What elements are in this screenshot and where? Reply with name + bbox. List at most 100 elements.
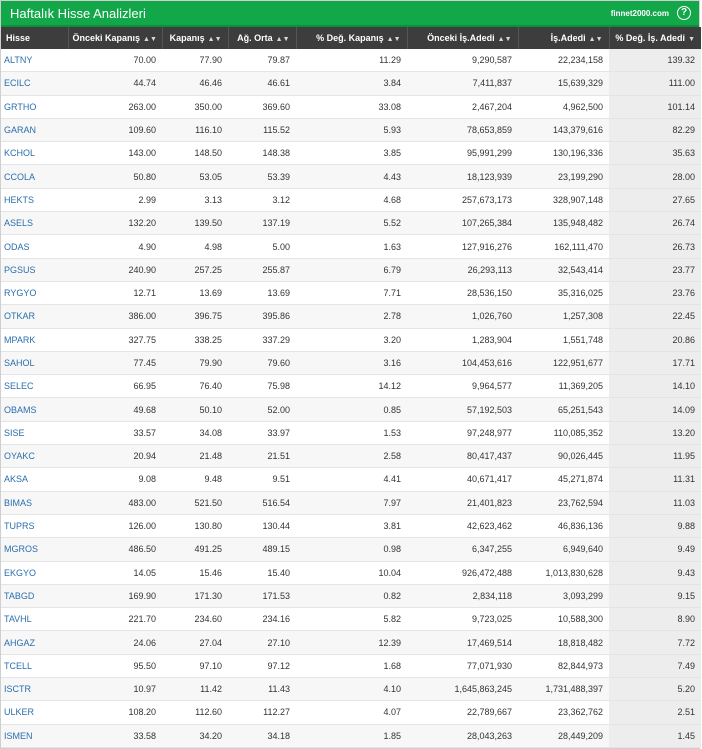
cell-symbol[interactable]: AHGAZ [1,630,68,655]
cell-prev-close: 126.00 [68,514,162,539]
cell-symbol[interactable]: SISE [1,421,68,446]
sort-icon[interactable]: ▲▼ [589,36,603,43]
table-row: AKSA 9.08 9.48 9.51 4.41 40,671,417 45,271,874… [1,467,701,492]
cell-symbol[interactable]: OYAKC [1,444,68,469]
cell-volume-change-pct: 11.95 [609,444,701,469]
cell-symbol[interactable]: TUPRS [1,514,68,539]
cell-volume-change-pct: 35.63 [609,141,701,166]
cell-prev-volume: 9,290,587 [407,49,518,73]
help-icon[interactable]: ? [677,6,691,20]
col-header-symbol[interactable]: Hisse [1,27,69,49]
cell-symbol[interactable]: MPARK [1,328,68,352]
cell-symbol[interactable]: TCELL [1,654,68,679]
cell-volume-change-pct: 9.49 [609,537,701,562]
cell-prev-close: 66.95 [68,374,162,399]
brand-link[interactable]: finnet2000.com [611,9,669,18]
col-header-prev-volume[interactable]: Önceki İş.Adedi ▲▼ [407,27,519,49]
cell-weighted-avg: 337.29 [228,328,296,352]
table-row: CCOLA 50.80 53.05 53.39 4.43 18,123,939 23,199… [1,164,701,189]
col-header-volume[interactable]: İş.Adedi ▲▼ [518,27,610,49]
column-label: Önceki İş.Adedi [427,33,495,43]
cell-close-change-pct: 5.93 [296,118,407,143]
cell-volume-change-pct: 26.74 [609,211,701,236]
cell-close: 13.69 [162,281,228,306]
col-header-prev-close[interactable]: Önceki Kapanış ▲▼ [68,27,163,49]
cell-symbol[interactable]: SELEC [1,374,68,399]
cell-symbol[interactable]: ASELS [1,211,68,236]
cell-prev-volume: 257,673,173 [407,188,518,213]
cell-prev-close: 24.06 [68,630,162,655]
cell-volume-change-pct: 9.43 [609,561,701,585]
cell-symbol[interactable]: GRTHO [1,95,68,119]
table-row: SELEC 66.95 76.40 75.98 14.12 9,964,577 11,369… [1,374,701,399]
sort-icon[interactable]: ▲▼ [498,36,512,43]
sort-icon[interactable]: ▲▼ [143,36,157,43]
cell-prev-volume: 1,283,904 [407,328,518,352]
cell-close: 130.80 [162,514,228,539]
cell-prev-close: 50.80 [68,164,162,189]
cell-symbol[interactable]: PGSUS [1,258,68,282]
cell-close: 53.05 [162,164,228,189]
cell-symbol[interactable]: RYGYO [1,281,68,306]
table-row: TUPRS 126.00 130.80 130.44 3.81 42,623,462 46,… [1,514,701,539]
cell-volume-change-pct: 7.72 [609,630,701,655]
cell-symbol[interactable]: OBAMS [1,397,68,422]
cell-symbol[interactable]: SAHOL [1,351,68,376]
cell-close: 15.46 [162,561,228,585]
cell-volume: 35,316,025 [518,281,609,306]
col-header-close[interactable]: Kapanış ▲▼ [162,27,229,49]
cell-symbol[interactable]: OTKAR [1,304,68,329]
cell-weighted-avg: 130.44 [228,514,296,539]
sort-desc-icon[interactable]: ▼ [688,36,695,43]
table-row: OBAMS 49.68 50.10 52.00 0.85 57,192,503 65,251… [1,397,701,422]
cell-volume: 23,199,290 [518,164,609,189]
cell-weighted-avg: 171.53 [228,584,296,609]
table-row: SISE 33.57 34.08 33.97 1.53 97,248,977 110,085… [1,421,701,446]
cell-symbol[interactable]: GARAN [1,118,68,143]
cell-close: 338.25 [162,328,228,352]
col-header-volume-change-pct[interactable]: % Değ. İş. Adedi ▼ [609,27,701,49]
col-header-weighted-avg[interactable]: Ağ. Orta ▲▼ [228,27,297,49]
cell-volume: 90,026,445 [518,444,609,469]
cell-symbol[interactable]: HEKTS [1,188,68,213]
cell-close-change-pct: 1.53 [296,421,407,446]
sort-icon[interactable]: ▲▼ [387,36,401,43]
cell-symbol[interactable]: ECILC [1,71,68,96]
cell-symbol[interactable]: BIMAS [1,491,68,515]
cell-symbol[interactable]: ODAS [1,234,68,259]
cell-symbol[interactable]: ISMEN [1,724,68,748]
cell-symbol[interactable]: AKSA [1,467,68,492]
cell-volume: 6,949,640 [518,537,609,562]
cell-prev-volume: 77,071,930 [407,654,518,679]
table-row: TCELL 95.50 97.10 97.12 1.68 77,071,930 82,844… [1,654,701,679]
cell-volume-change-pct: 27.65 [609,188,701,213]
cell-close: 4.98 [162,234,228,259]
cell-symbol[interactable]: TAVHL [1,607,68,632]
cell-symbol[interactable]: ISCTR [1,677,68,702]
cell-weighted-avg: 516.54 [228,491,296,515]
cell-symbol[interactable]: KCHOL [1,141,68,166]
sort-icon[interactable]: ▲▼ [276,36,290,43]
cell-volume: 135,948,482 [518,211,609,236]
cell-close-change-pct: 0.85 [296,397,407,422]
cell-volume: 45,271,874 [518,467,609,492]
cell-prev-volume: 28,043,263 [407,724,518,748]
cell-weighted-avg: 53.39 [228,164,296,189]
cell-prev-volume: 42,623,462 [407,514,518,539]
cell-prev-volume: 18,123,939 [407,164,518,189]
cell-symbol[interactable]: MGROS [1,537,68,562]
cell-weighted-avg: 115.52 [228,118,296,143]
cell-weighted-avg: 395.86 [228,304,296,329]
cell-prev-close: 33.57 [68,421,162,446]
cell-prev-volume: 9,723,025 [407,607,518,632]
cell-volume-change-pct: 22.45 [609,304,701,329]
col-header-close-change-pct[interactable]: % Değ. Kapanış ▲▼ [296,27,408,49]
cell-symbol[interactable]: CCOLA [1,164,68,189]
cell-prev-volume: 7,411,837 [407,71,518,96]
cell-symbol[interactable]: EKGYO [1,561,68,585]
cell-symbol[interactable]: ALTNY [1,49,68,73]
table-row: ODAS 4.90 4.98 5.00 1.63 127,916,276 162,111,4… [1,234,701,259]
table-row: BIMAS 483.00 521.50 516.54 7.97 21,401,823 23,… [1,491,701,515]
cell-symbol[interactable]: TABGD [1,584,68,609]
sort-icon[interactable]: ▲▼ [208,36,222,43]
